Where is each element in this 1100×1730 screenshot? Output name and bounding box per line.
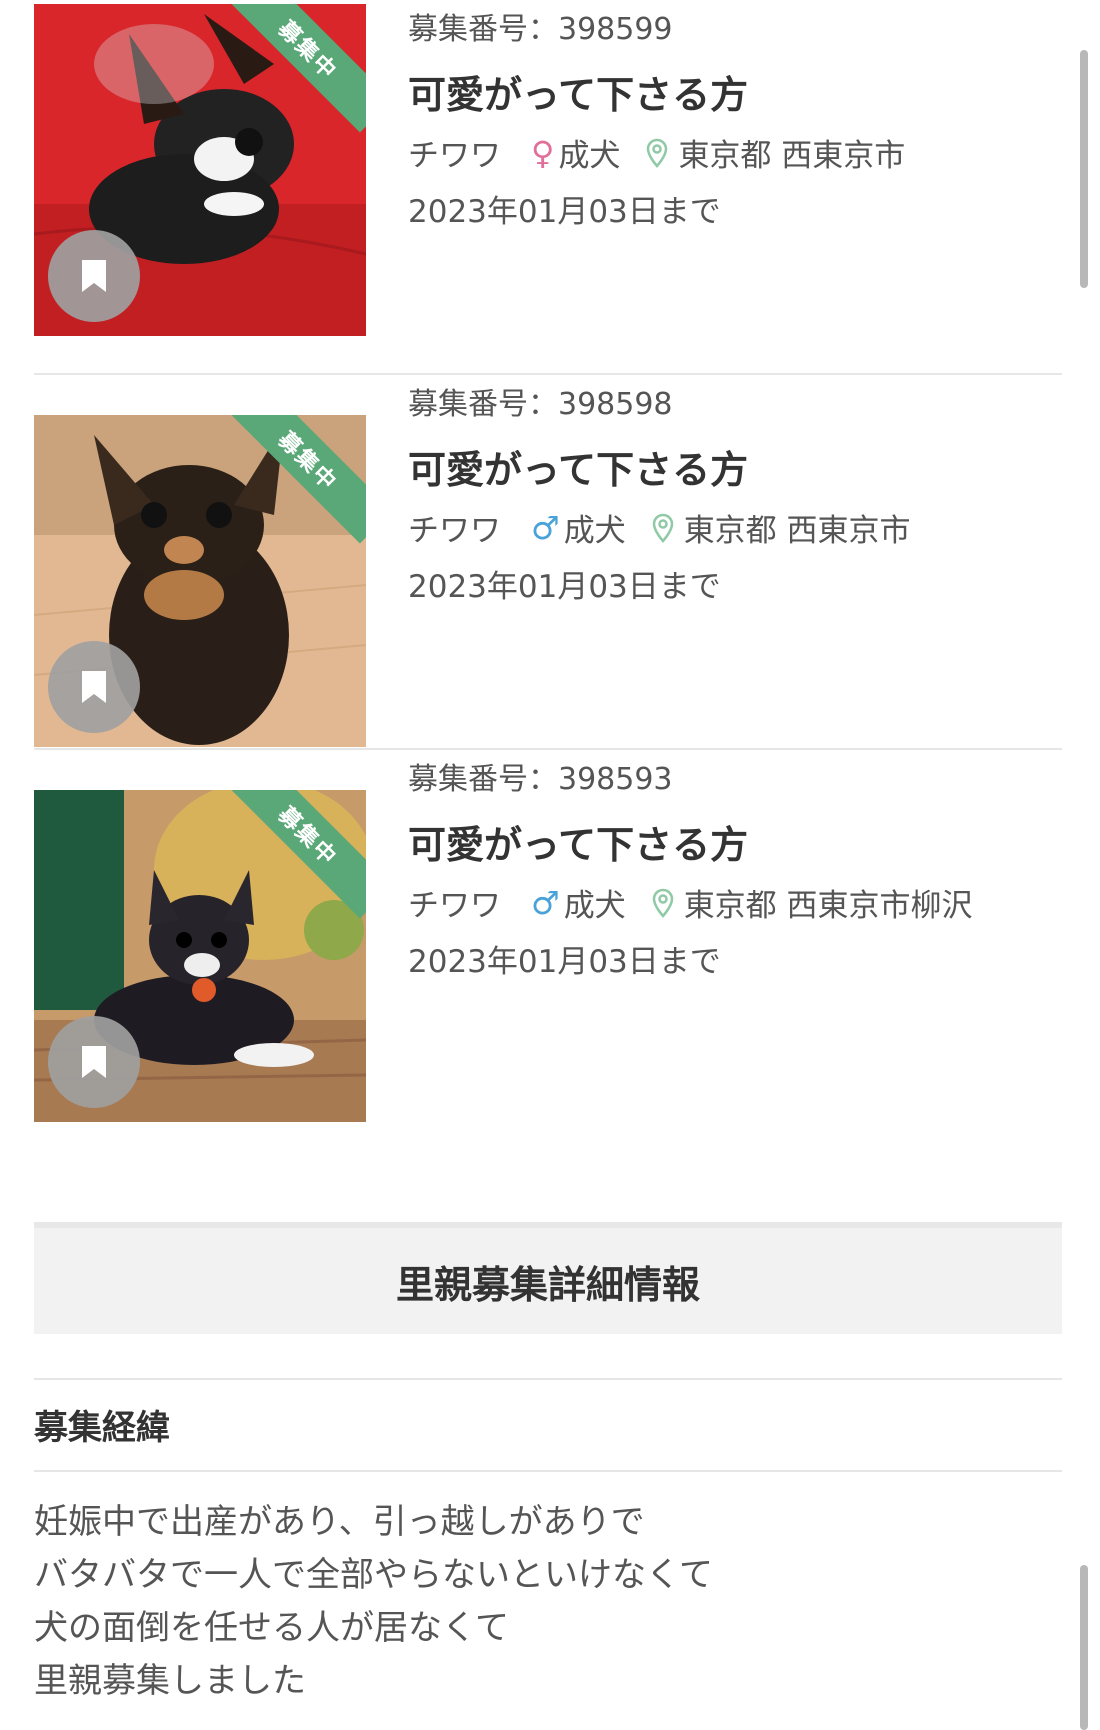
listing-meta: チワワ ♂ 成犬 東京都 西東京市柳沢: [408, 880, 973, 925]
breed-label: チワワ: [408, 888, 501, 924]
body-line: 里親募集しました: [34, 1661, 306, 1701]
listing-meta: チワワ ♀ 成犬 東京都 西東京市: [408, 130, 905, 175]
body-line: 犬の面倒を任せる人が居なくて: [34, 1608, 509, 1648]
location-pin-icon: [652, 513, 673, 543]
bookmark-button[interactable]: [48, 1016, 140, 1108]
age-label: 成犬: [563, 888, 626, 924]
body-line: バタバタで一人で全部やらないといけなくて: [34, 1555, 713, 1595]
listing-card[interactable]: 募集中 募集番号：398598 可愛がって下さる方 チワワ ♂ 成犬 東京都 西…: [34, 375, 1062, 750]
recruitment-background-heading: 募集経緯: [34, 1408, 170, 1448]
scrollbar-thumb-top[interactable]: [1080, 50, 1088, 288]
location-label: 東京都 西東京市: [678, 138, 906, 174]
listing-card[interactable]: 募集中 募集番号：398599 可愛がって下さる方 チワワ ♀ 成犬 東京都 西…: [34, 0, 1062, 375]
bookmark-button[interactable]: [48, 230, 140, 322]
details-section-header: 里親募集詳細情報: [34, 1222, 1062, 1334]
location-pin-icon: [652, 888, 673, 918]
divider: [34, 1470, 1062, 1472]
recruit-number: 募集番号：398598: [408, 387, 673, 422]
listing-card[interactable]: 募集中 募集番号：398593 可愛がって下さる方 チワワ ♂ 成犬 東京都 西…: [34, 750, 1062, 1125]
pet-photo[interactable]: 募集中: [34, 4, 366, 336]
listing-meta: チワワ ♂ 成犬 東京都 西東京市: [408, 505, 911, 550]
female-icon: ♀: [531, 133, 555, 172]
breed-label: チワワ: [408, 513, 501, 549]
body-line: 妊娠中で出産があり、引っ越しがありで: [34, 1502, 645, 1542]
divider: [34, 1378, 1062, 1380]
recruit-number: 募集番号：398593: [408, 762, 673, 797]
location-label: 東京都 西東京市柳沢: [683, 888, 973, 924]
pet-photo[interactable]: 募集中: [34, 415, 366, 747]
listing-title[interactable]: 可愛がって下さる方: [408, 439, 748, 494]
bookmark-button[interactable]: [48, 641, 140, 733]
age-label: 成犬: [558, 138, 621, 174]
age-label: 成犬: [563, 513, 626, 549]
recruitment-background-text: 妊娠中で出産があり、引っ越しがありで バタバタで一人で全部やらないといけなくて …: [34, 1496, 713, 1708]
scrollbar-thumb-bottom[interactable]: [1080, 1565, 1088, 1730]
listing-title[interactable]: 可愛がって下さる方: [408, 64, 748, 119]
pet-photo[interactable]: 募集中: [34, 790, 366, 1122]
male-icon: ♂: [531, 508, 560, 547]
bookmark-icon: [82, 671, 106, 703]
bookmark-icon: [82, 260, 106, 292]
male-icon: ♂: [531, 883, 560, 922]
bookmark-icon: [82, 1046, 106, 1078]
breed-label: チワワ: [408, 138, 501, 174]
deadline-label: 2023年01月03日まで: [408, 569, 721, 605]
deadline-label: 2023年01月03日まで: [408, 194, 721, 230]
location-pin-icon: [647, 138, 668, 168]
deadline-label: 2023年01月03日まで: [408, 944, 721, 980]
recruit-number: 募集番号：398599: [408, 12, 673, 47]
location-label: 東京都 西東京市: [683, 513, 911, 549]
listing-title[interactable]: 可愛がって下さる方: [408, 814, 748, 869]
